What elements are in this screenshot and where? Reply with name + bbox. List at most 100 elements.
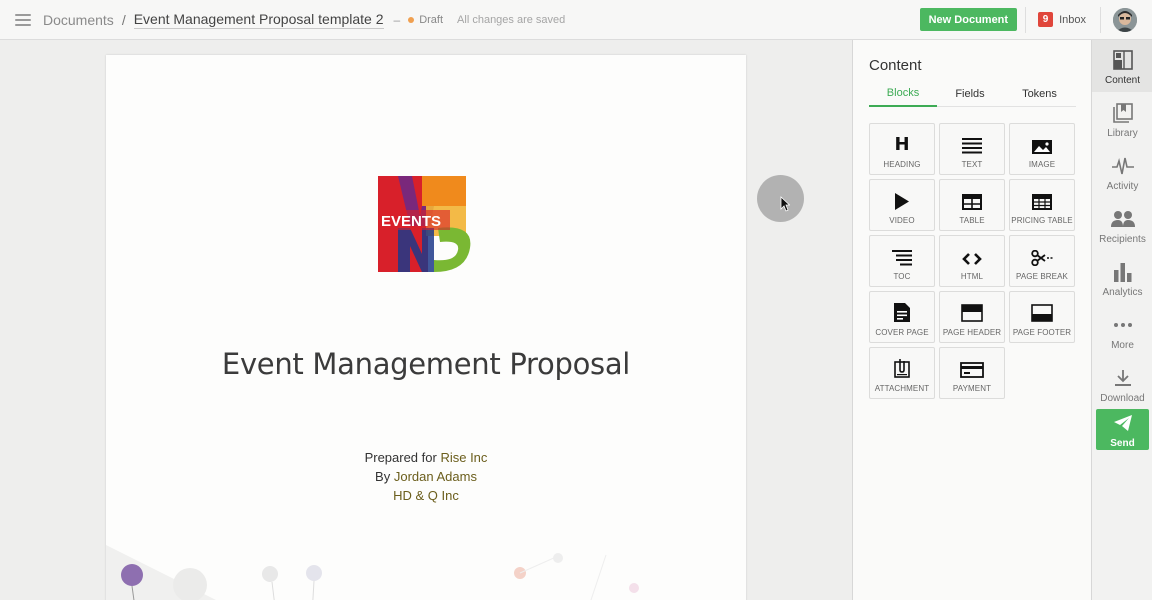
inbox-label: Inbox xyxy=(1059,13,1086,26)
prepared-for-line: Prepared for Rise Inc xyxy=(106,450,746,465)
block-page-break[interactable]: PAGE BREAK xyxy=(1009,235,1075,287)
draft-status-dot-icon xyxy=(408,16,415,23)
image-icon xyxy=(1032,124,1052,154)
recipients-icon xyxy=(1110,207,1135,231)
block-label: TEXT xyxy=(961,160,983,169)
block-image[interactable]: IMAGE xyxy=(1009,123,1075,175)
company-line: HD & Q Inc xyxy=(106,488,746,503)
nav-label: Analytics xyxy=(1102,287,1143,298)
text-icon xyxy=(962,124,982,154)
mouse-pointer-icon xyxy=(780,196,790,212)
inbox-button[interactable]: 9 Inbox xyxy=(1038,12,1086,27)
content-panel: Content Blocks Fields Tokens H HEADING T… xyxy=(852,40,1091,600)
block-video[interactable]: VIDEO xyxy=(869,179,935,231)
author-name[interactable]: Jordan Adams xyxy=(394,469,477,484)
block-label: COVER PAGE xyxy=(875,328,929,337)
block-pricing-table[interactable]: PRICING TABLE xyxy=(1009,179,1075,231)
document-title[interactable]: Event Management Proposal xyxy=(106,347,746,381)
block-text[interactable]: TEXT xyxy=(939,123,1005,175)
nav-content[interactable]: Content xyxy=(1092,40,1152,92)
block-label: TOC xyxy=(893,272,911,281)
breadcrumb-documents[interactable]: Documents xyxy=(43,12,114,28)
logo-text: EVENTS xyxy=(381,213,441,230)
table-icon xyxy=(962,180,982,210)
analytics-icon xyxy=(1113,260,1133,284)
events-logo: EVENTS xyxy=(378,176,474,272)
heading-icon: H xyxy=(894,134,910,155)
draft-status: Draft xyxy=(419,13,444,26)
block-page-footer[interactable]: PAGE FOOTER xyxy=(1009,291,1075,343)
inbox-count-badge: 9 xyxy=(1038,12,1054,27)
library-icon xyxy=(1112,101,1133,125)
block-label: VIDEO xyxy=(889,216,915,225)
paper-plane-icon xyxy=(1113,415,1132,436)
toc-icon xyxy=(892,236,912,266)
divider xyxy=(1100,6,1101,33)
breadcrumb-separator: / xyxy=(121,11,126,28)
scissors-icon xyxy=(1031,236,1053,266)
document-name[interactable]: Event Management Proposal template 2 xyxy=(133,11,384,29)
nav-label: More xyxy=(1111,340,1134,351)
activity-icon xyxy=(1111,154,1134,178)
tab-tokens[interactable]: Tokens xyxy=(1003,80,1076,107)
block-label: PAGE BREAK xyxy=(1016,272,1068,281)
html-icon xyxy=(962,236,982,266)
panel-title: Content xyxy=(869,57,922,74)
prepared-for-label: Prepared for xyxy=(364,450,437,465)
right-nav: Content Library Activity Recipients Anal… xyxy=(1091,40,1152,600)
send-button[interactable]: Send xyxy=(1096,409,1149,450)
decorative-footer-art xyxy=(106,545,639,600)
panel-tabs: Blocks Fields Tokens xyxy=(869,80,1076,107)
nav-analytics[interactable]: Analytics xyxy=(1092,252,1152,304)
editor-canvas: EVENTS Event Management Proposal Prepare… xyxy=(0,40,852,600)
block-label: PAGE FOOTER xyxy=(1012,328,1072,337)
block-label: PAYMENT xyxy=(952,384,992,393)
status-dash: – xyxy=(393,12,401,27)
page-footer-icon xyxy=(1031,292,1053,322)
block-cover-page[interactable]: COVER PAGE xyxy=(869,291,935,343)
blocks-grid: H HEADING TEXT IMAGE VIDEO TABLE PRICING… xyxy=(869,123,1075,399)
company-name[interactable]: HD & Q Inc xyxy=(393,488,459,503)
block-page-header[interactable]: PAGE HEADER xyxy=(939,291,1005,343)
nav-label: Library xyxy=(1107,128,1138,139)
tab-blocks[interactable]: Blocks xyxy=(869,80,937,107)
nav-recipients[interactable]: Recipients xyxy=(1092,199,1152,251)
nav-library[interactable]: Library xyxy=(1092,93,1152,145)
new-document-button[interactable]: New Document xyxy=(919,8,1018,31)
user-avatar[interactable] xyxy=(1113,7,1137,32)
download-icon xyxy=(1114,366,1132,390)
block-payment[interactable]: PAYMENT xyxy=(939,347,1005,399)
hamburger-menu-icon[interactable] xyxy=(15,13,31,26)
pricing-table-icon xyxy=(1032,180,1052,210)
block-label: HEADING xyxy=(883,160,921,169)
block-label: PRICING TABLE xyxy=(1011,216,1073,225)
block-attachment[interactable]: ATTACHMENT xyxy=(869,347,935,399)
block-toc[interactable]: TOC xyxy=(869,235,935,287)
block-table[interactable]: TABLE xyxy=(939,179,1005,231)
nav-activity[interactable]: Activity xyxy=(1092,146,1152,198)
nav-download[interactable]: Download xyxy=(1092,358,1152,410)
block-label: IMAGE xyxy=(1028,160,1056,169)
send-label: Send xyxy=(1110,438,1135,449)
top-bar: Documents / Event Management Proposal te… xyxy=(0,0,1152,40)
document-page[interactable]: EVENTS Event Management Proposal Prepare… xyxy=(106,55,746,600)
author-line: By Jordan Adams xyxy=(106,469,746,484)
block-heading[interactable]: H HEADING xyxy=(869,123,935,175)
tab-fields[interactable]: Fields xyxy=(937,80,1003,107)
page-header-icon xyxy=(961,292,983,322)
cover-page-icon xyxy=(894,292,910,322)
video-icon xyxy=(894,180,910,210)
nav-label: Activity xyxy=(1106,181,1139,192)
block-label: ATTACHMENT xyxy=(874,384,930,393)
attachment-icon xyxy=(894,348,910,378)
block-html[interactable]: HTML xyxy=(939,235,1005,287)
client-name[interactable]: Rise Inc xyxy=(440,450,487,465)
content-icon xyxy=(1112,48,1133,72)
nav-more[interactable]: More xyxy=(1092,305,1152,357)
divider xyxy=(1025,6,1027,33)
nav-label: Recipients xyxy=(1099,234,1146,245)
more-icon xyxy=(1113,313,1133,337)
block-label: PAGE HEADER xyxy=(942,328,1002,337)
nav-label: Download xyxy=(1100,393,1145,404)
nav-label: Content xyxy=(1104,75,1141,86)
